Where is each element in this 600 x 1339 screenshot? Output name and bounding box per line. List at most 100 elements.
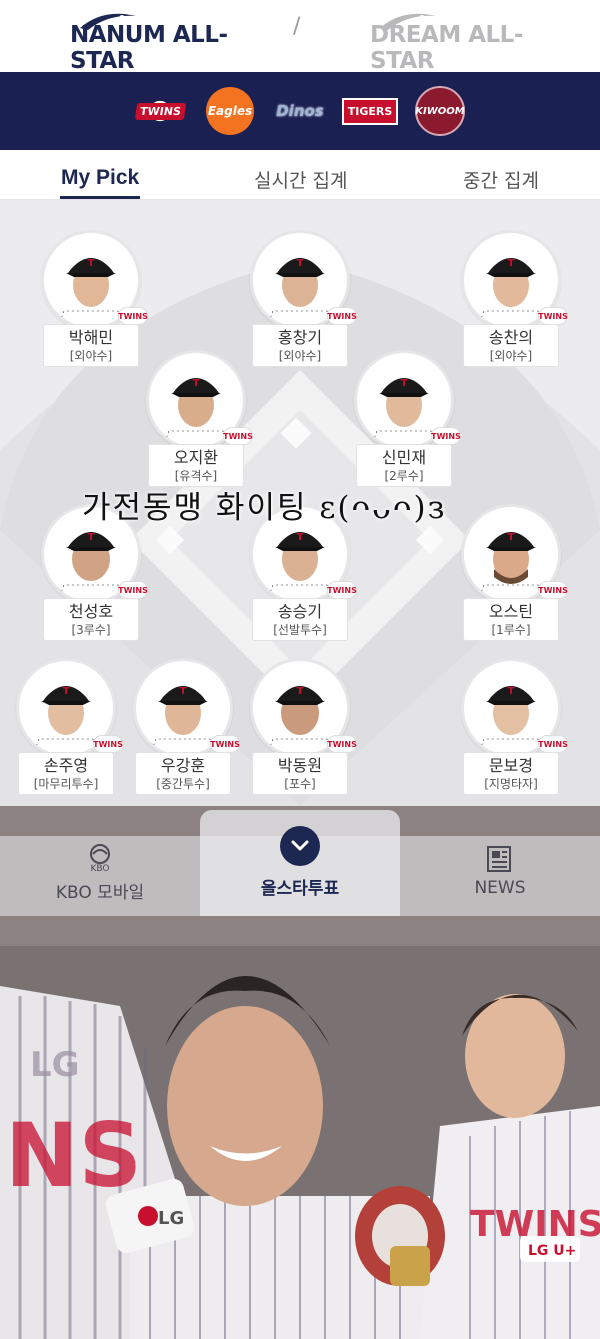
player-card[interactable]: T TWINS 신민재 [2루수] [344,350,464,487]
player-label: 오지환 [유격수] [148,444,244,487]
player-name: 박해민 [68,328,114,347]
player-name: 천성호 [68,602,114,621]
player-name: 홍창기 [277,328,323,347]
svg-text:T: T [508,258,515,269]
svg-text:T: T [508,532,515,543]
player-label: 천성호 [3루수] [43,598,139,641]
nanum-allstar-logo[interactable]: NANUM ALL-STAR [70,8,230,74]
team-logo-strip: TWINS Eagles Dinos TIGERS KIWOOM [0,72,600,150]
twins-badge-icon: TWINS [210,735,240,753]
twins-badge-icon: TWINS [538,581,568,599]
nav-allstar-vote[interactable]: 올스타투표 [240,826,360,899]
team-logo-label: Eagles [206,87,254,135]
tigers-logo[interactable]: TIGERS [341,89,399,133]
nav-news[interactable]: NEWS [450,844,550,898]
player-photo: T TWINS [461,504,568,604]
svg-text:T: T [508,686,515,697]
svg-text:T: T [193,378,200,389]
twins-badge-icon: TWINS [118,307,148,325]
player-card[interactable]: T TWINS 오지환 [유격수] [136,350,256,487]
player-card[interactable]: T TWINS 문보경 [지명타자] [451,658,571,795]
player-position: [외야수] [278,349,322,363]
kbo-logo-icon [90,844,110,864]
twins-badge-icon: TWINS [118,581,148,599]
player-photo: T TWINS [250,658,357,758]
kbo-small-label: KBO [90,864,110,874]
player-position: [마무리투수] [33,777,99,791]
player-name: 송승기 [277,602,323,621]
player-label: 송찬의 [외야수] [463,324,559,367]
nav-kbo-mobile[interactable]: KBO KBO 모바일 [50,844,150,903]
eagles-logo[interactable]: Eagles [202,87,258,135]
player-name: 박동원 [277,756,323,775]
player-card[interactable]: T TWINS 손주영 [마무리투수] [6,658,126,795]
player-card[interactable]: T TWINS 박해민 [외야수] [31,230,151,367]
player-card[interactable]: T TWINS 송찬의 [외야수] [451,230,571,367]
twins-badge-icon: TWINS [327,581,357,599]
twins-logo[interactable]: TWINS [132,89,188,133]
swoosh-icon [380,13,436,30]
tab-interim[interactable]: 중간 집계 [463,166,539,193]
player-position: [중간투수] [156,777,210,791]
team-logo-label: TIGERS [341,97,399,125]
team-logo-label: KIWOOM [415,86,465,136]
player-card[interactable]: T TWINS 홍창기 [외야수] [240,230,360,367]
player-card[interactable]: T TWINS 오스틴 [1루수] [451,504,571,641]
player-name: 우강훈 [160,756,206,775]
player-photo: T TWINS [461,658,568,758]
player-name: 오스틴 [488,602,534,621]
chevron-down-icon[interactable] [280,826,320,866]
svg-text:LG: LG [158,1208,184,1229]
svg-text:T: T [180,686,187,697]
player-label: 박동원 [포수] [252,752,348,795]
twins-badge-icon: TWINS [538,735,568,753]
tab-realtime[interactable]: 실시간 집계 [254,166,347,193]
svg-text:LG U+: LG U+ [528,1243,576,1259]
player-name: 오지환 [173,448,219,467]
player-name: 송찬의 [488,328,534,347]
tab-my-pick[interactable]: My Pick [61,166,139,190]
player-label: 우강훈 [중간투수] [135,752,231,795]
svg-text:T: T [88,258,95,269]
svg-text:T: T [63,686,70,697]
svg-text:T: T [88,532,95,543]
twins-badge-icon: TWINS [327,307,357,325]
player-label: 오스틴 [1루수] [463,598,559,641]
dream-allstar-logo[interactable]: DREAM ALL-STAR [370,8,530,74]
brand-separator: / [293,14,301,39]
twins-badge-icon: TWINS [431,427,461,445]
player-photo: T TWINS [146,350,253,450]
player-position: [포수] [284,777,316,791]
header-bar: NANUM ALL-STAR / DREAM ALL-STAR [0,0,600,74]
twins-badge-icon: TWINS [538,307,568,325]
nav-kbo-label: KBO 모바일 [55,883,145,903]
player-label: 신민재 [2루수] [356,444,452,487]
active-tab-underline [60,196,140,199]
twins-badge-icon: TWINS [327,735,357,753]
player-label: 홍창기 [외야수] [252,324,348,367]
player-photo: T TWINS [250,230,357,330]
player-label: 손주영 [마무리투수] [18,752,114,795]
player-card[interactable]: T TWINS 우강훈 [중간투수] [123,658,243,795]
player-photo: T TWINS [133,658,240,758]
player-name: 신민재 [381,448,427,467]
player-photo: T TWINS [354,350,461,450]
player-name: 손주영 [43,756,89,775]
swoosh-icon [80,13,136,30]
twins-badge-icon: TWINS [93,735,123,753]
player-label: 박해민 [외야수] [43,324,139,367]
dinos-logo[interactable]: Dinos [272,89,328,133]
svg-text:LG: LG [30,1045,80,1085]
nav-news-label: NEWS [474,878,526,898]
player-card[interactable]: T TWINS 박동원 [포수] [240,658,360,795]
bottom-navigation: KBO KBO 모바일 올스타투표 NEWS [0,806,600,916]
player-name: 문보경 [488,756,534,775]
player-position: [외야수] [489,349,533,363]
jersey-lettering: NS [5,1104,142,1207]
player-position: [3루수] [71,623,111,637]
tab-bar: My Pick 실시간 집계 중간 집계 [0,150,600,200]
player-photo: T TWINS [16,658,123,758]
nav-allstar-label: 올스타투표 [260,879,340,899]
kiwoom-logo[interactable]: KIWOOM [412,86,468,136]
team-logo-label: Dinos [276,102,324,120]
